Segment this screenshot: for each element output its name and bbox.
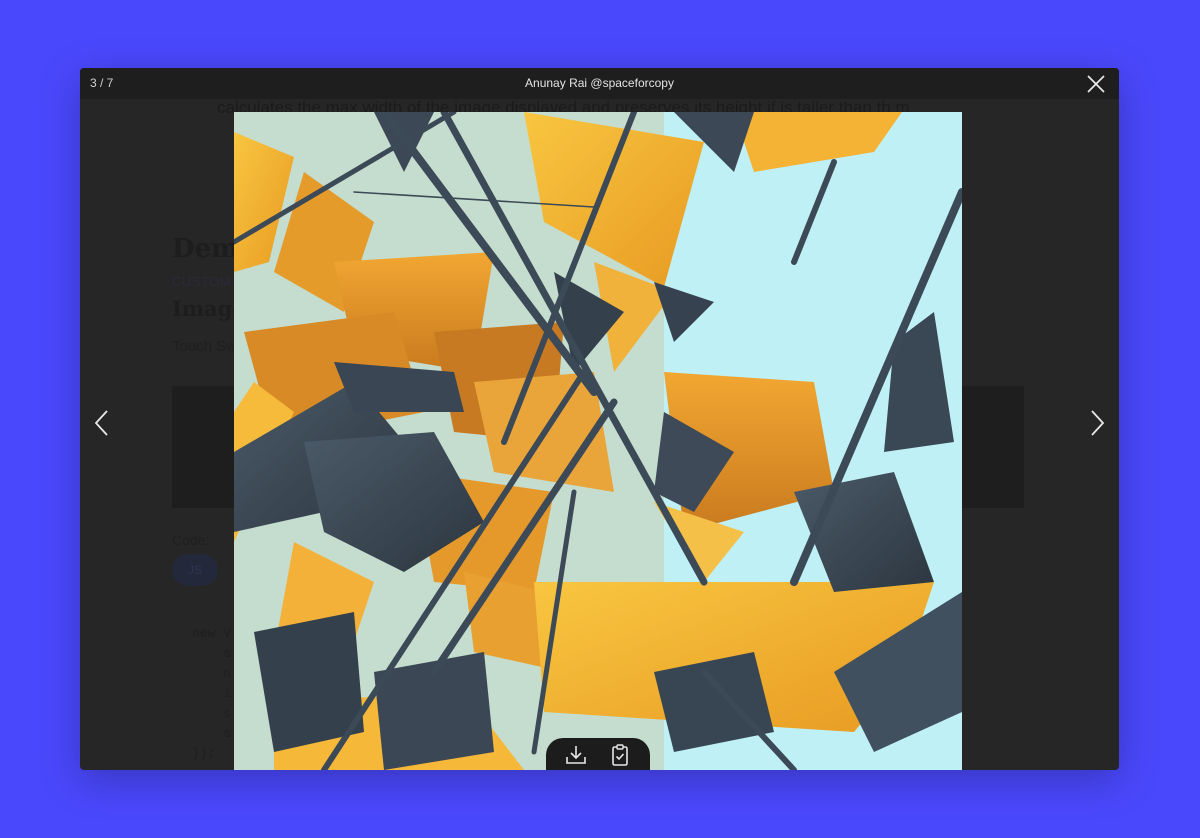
background-custom-label: CUSTOM: [172, 274, 232, 289]
download-button[interactable]: [564, 743, 588, 767]
background-demo-heading: Dem: [172, 234, 239, 264]
background-code-block: new V s n i s s });: [192, 626, 232, 761]
image-toolbar: [546, 738, 650, 770]
close-button[interactable]: [1085, 73, 1107, 95]
next-button[interactable]: [1085, 408, 1109, 438]
background-thumbnail-left: [172, 386, 242, 508]
background-touch-text: Touch Sw: [172, 338, 238, 355]
previous-button[interactable]: [90, 408, 114, 438]
background-thumbnail-right: [960, 386, 1024, 508]
close-icon: [1087, 75, 1105, 93]
clipboard-check-icon: [612, 744, 628, 766]
download-icon: [566, 746, 586, 764]
copy-button[interactable]: [608, 743, 632, 767]
background-js-tab: JS: [172, 554, 218, 586]
background-code-label: Code:: [172, 532, 210, 548]
abstract-shards-artwork: [234, 112, 962, 770]
lightbox-window: calculates the max width of the image di…: [80, 68, 1119, 770]
lightbox-header: 3 / 7 Anunay Rai @spaceforcopy: [80, 68, 1119, 99]
chevron-left-icon: [94, 410, 108, 436]
lightbox-image: [234, 112, 962, 770]
image-caption: Anunay Rai @spaceforcopy: [525, 76, 674, 90]
chevron-right-icon: [1091, 410, 1105, 436]
